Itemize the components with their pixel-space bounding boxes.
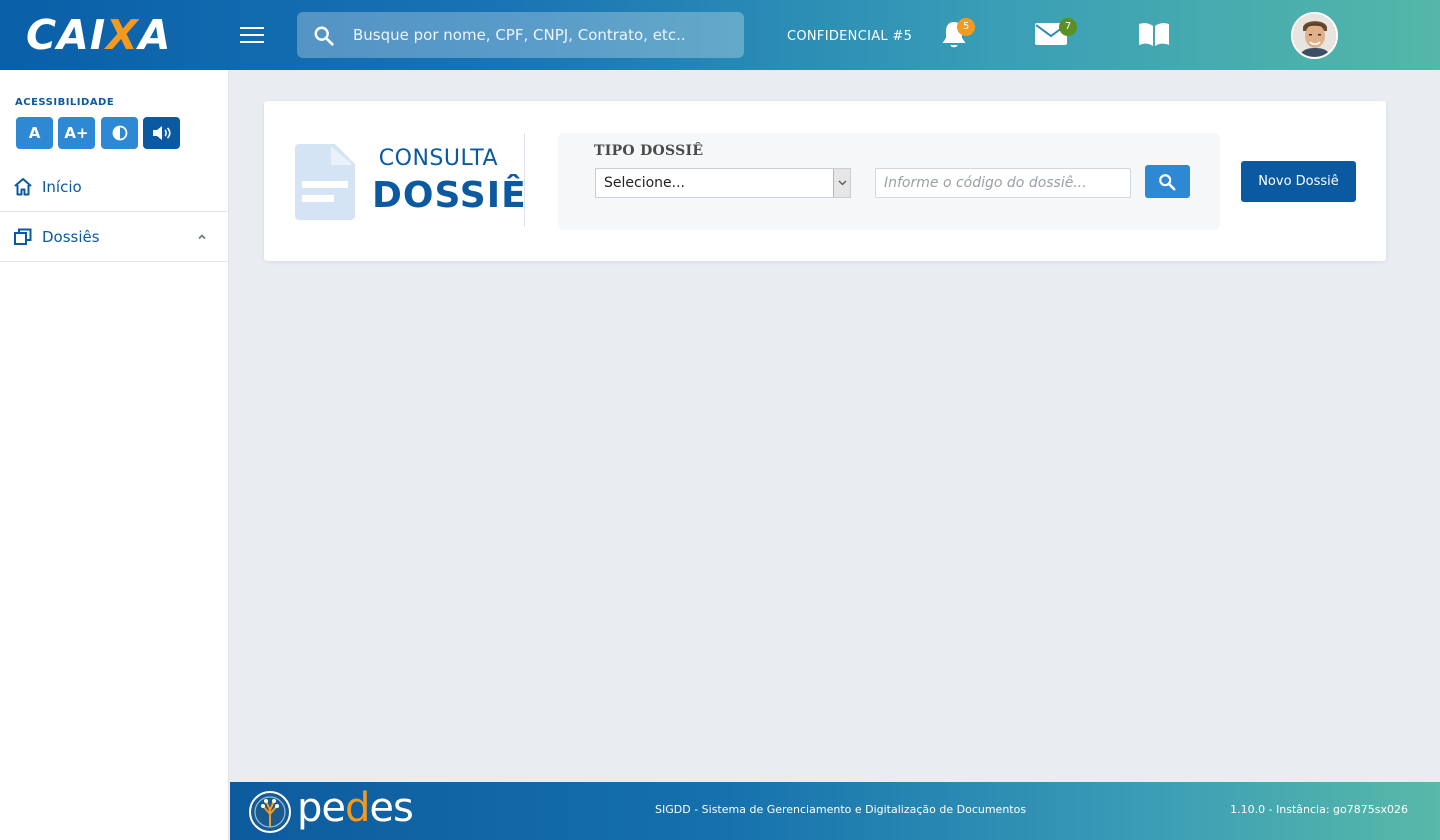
contrast-icon (112, 125, 127, 141)
notifications-badge: 5 (957, 18, 975, 36)
search-icon (314, 26, 334, 46)
messages-mail-icon[interactable]: 7 (1035, 18, 1077, 48)
tipo-dossie-select[interactable]: Selecione... (595, 168, 851, 198)
dossie-code-input[interactable] (875, 168, 1131, 198)
sidebar-item-dossies[interactable]: Dossiês (0, 212, 229, 262)
search-icon (1159, 174, 1176, 191)
pedes-tree-logo-icon (249, 791, 291, 833)
caixa-logo[interactable]: CAI X A (26, 11, 172, 59)
chevron-down-icon (838, 180, 847, 186)
audio-button[interactable] (143, 117, 180, 149)
select-arrow (833, 169, 850, 197)
page-title-line2: DOSSIÊ (372, 175, 527, 216)
hamburger-menu-icon[interactable] (240, 24, 264, 46)
system-name: SIGDD - Sistema de Gerenciamento e Digit… (655, 803, 1027, 816)
logo-text-x: X (106, 11, 139, 59)
sidebar: ACESSIBILIDADE A A+ Início Dossiês (0, 70, 229, 840)
pedes-text-d: d (345, 785, 370, 831)
dossiers-icon (14, 228, 32, 245)
user-photo (1293, 14, 1336, 57)
speaker-icon (152, 126, 171, 140)
pedes-logo-text: pedes (297, 785, 414, 831)
pedes-text-es: es (369, 785, 413, 831)
sidebar-item-label: Dossiês (42, 228, 100, 246)
pedes-text-pe: pe (297, 785, 346, 831)
tipo-dossie-label: TIPO DOSSIÊ (594, 143, 704, 159)
logo-text-suffix: A (138, 11, 172, 59)
chevron-up-icon[interactable] (197, 232, 207, 242)
divider (524, 133, 525, 227)
version-info: 1.10.0 - Instância: go7875sx026 (1230, 803, 1408, 816)
top-header: CAIXA CONFIDENCIAL #5 5 7 (0, 0, 1440, 70)
global-search-box[interactable] (297, 12, 744, 58)
search-filter-panel: TIPO DOSSIÊ Selecione... (558, 133, 1220, 230)
contrast-button[interactable] (101, 117, 138, 149)
document-icon (295, 144, 355, 220)
novo-dossie-button[interactable]: Novo Dossiê (1241, 161, 1356, 202)
search-dossie-button[interactable] (1145, 165, 1190, 198)
footer: pedes SIGDD - Sistema de Gerenciamento e… (230, 782, 1440, 840)
sidebar-item-label: Início (42, 178, 82, 196)
home-icon (14, 178, 32, 196)
notifications-bell-icon[interactable]: 5 (940, 18, 975, 52)
accessibility-label: ACESSIBILIDADE (15, 97, 115, 108)
user-avatar[interactable] (1291, 12, 1338, 59)
consulta-dossie-card: CONSULTA DOSSIÊ TIPO DOSSIÊ Selecione...… (264, 101, 1386, 261)
confidential-label: CONFIDENCIAL #5 (787, 29, 913, 44)
page-title-line1: CONSULTA (378, 146, 498, 171)
logo-text-prefix: CAI (26, 11, 107, 59)
font-increase-button[interactable]: A+ (58, 117, 95, 149)
select-value: Selecione... (604, 175, 685, 191)
font-normal-button[interactable]: A (16, 117, 53, 149)
sidebar-item-inicio[interactable]: Início (0, 162, 229, 212)
global-search-input[interactable] (353, 12, 733, 58)
messages-badge: 7 (1059, 18, 1077, 36)
manual-book-icon[interactable] (1138, 21, 1170, 49)
